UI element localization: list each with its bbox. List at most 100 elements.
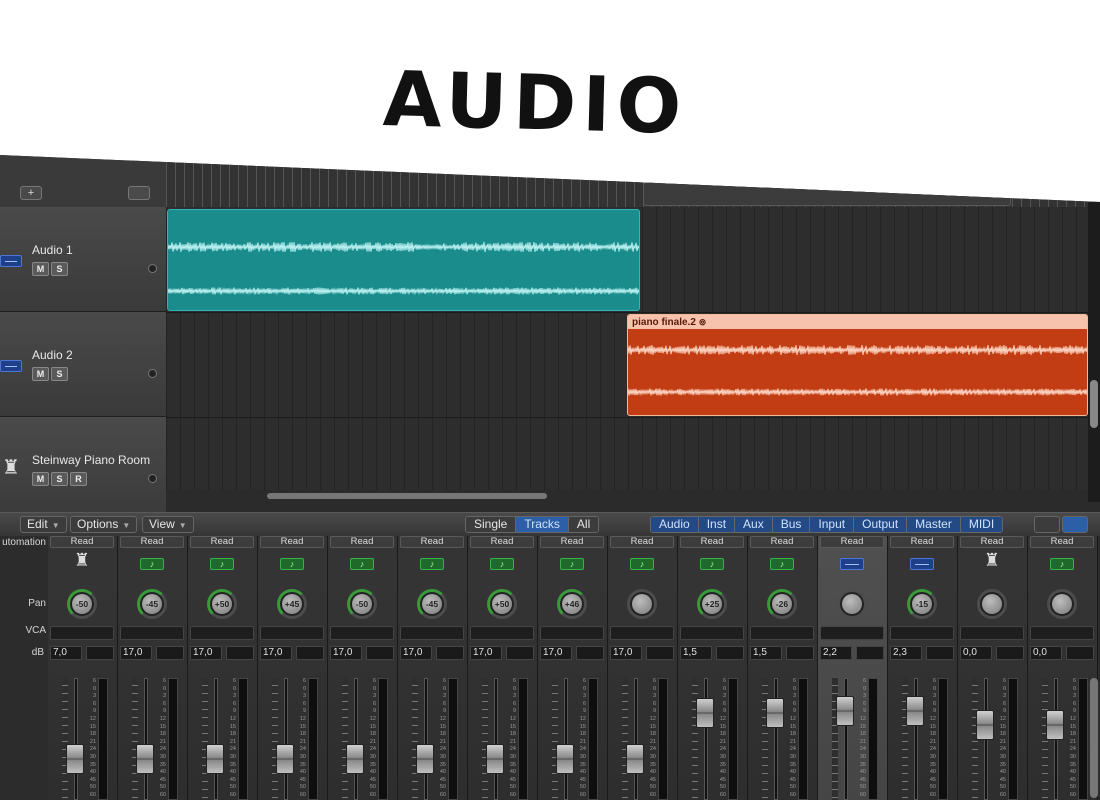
channel-strip[interactable]: Read -15 2,3 6 0 3 6 9 12 15 18 21 24 30 35 40 45 50 60	[888, 536, 958, 800]
vca-slot[interactable]	[540, 626, 604, 640]
track-solo-button[interactable]: S	[51, 472, 68, 486]
channel-strip[interactable]: Read ♜ -50 7,0 6 0 3 6 9 12 15 18 21 24 30 35 40 45 50 60	[48, 536, 118, 800]
pan-knob[interactable]	[977, 589, 1007, 619]
vca-slot[interactable]	[330, 626, 394, 640]
vca-slot[interactable]	[470, 626, 534, 640]
volume-fader[interactable]	[766, 698, 784, 729]
track-mute-button[interactable]: M	[32, 367, 49, 381]
automation-mode[interactable]: Read	[50, 536, 114, 548]
automation-mode[interactable]: Read	[470, 536, 534, 548]
automation-mode[interactable]: Read	[330, 536, 394, 548]
pan-knob[interactable]: -26	[767, 589, 797, 619]
mixer-view-wide-button[interactable]	[1062, 516, 1088, 533]
channel-strip[interactable]: Read ♪ +50 17,0 6 0 3 6 9 12 15 18 21 24 30 35 40 45 50 60	[188, 536, 258, 800]
pan-knob[interactable]	[837, 589, 867, 619]
edit-menu[interactable]: Edit ▼	[20, 516, 67, 533]
vertical-scrollbar[interactable]	[1090, 380, 1098, 428]
tracks-area[interactable]: piano finale.2 ⊚	[166, 207, 1088, 490]
volume-fader[interactable]	[836, 696, 854, 727]
vca-slot[interactable]	[750, 626, 814, 640]
mixer-view-narrow-button[interactable]	[1034, 516, 1060, 533]
volume-fader[interactable]	[556, 744, 574, 775]
automation-mode[interactable]: Read	[1030, 536, 1094, 548]
volume-fader[interactable]	[486, 744, 504, 775]
mode-all[interactable]: All	[568, 517, 599, 532]
filter-audio[interactable]: Audio	[651, 517, 699, 532]
track-input-monitor[interactable]	[148, 264, 157, 273]
volume-fader[interactable]	[1046, 710, 1064, 741]
pan-knob[interactable]: -45	[137, 589, 167, 619]
automation-mode[interactable]: Read	[680, 536, 744, 548]
channel-strip[interactable]: Read ♪ -50 17,0 6 0 3 6 9 12 15 18 21 24 30 35 40 45 50 60	[328, 536, 398, 800]
vca-slot[interactable]	[190, 626, 254, 640]
filter-inst[interactable]: Inst	[698, 517, 736, 532]
track-header[interactable]: ♜ Steinway Piano Room M S R	[0, 417, 166, 522]
filter-midi[interactable]: MIDI	[960, 517, 1003, 532]
automation-mode[interactable]: Read	[610, 536, 674, 548]
channel-strip[interactable]: Read ♪ +45 17,0 6 0 3 6 9 12 15 18 21 24 30 35 40 45 50 60	[258, 536, 328, 800]
automation-mode[interactable]: Read	[400, 536, 464, 548]
vca-slot[interactable]	[50, 626, 114, 640]
channel-strip[interactable]: Read 2,2 6 0 3 6 9 12 15 18 21 24 30 35 40 45 50 60	[818, 536, 888, 800]
volume-fader[interactable]	[906, 696, 924, 727]
pan-knob[interactable]: +46	[557, 589, 587, 619]
filter-input[interactable]: Input	[810, 517, 855, 532]
mixer-scrollbar[interactable]	[1090, 678, 1098, 798]
automation-mode[interactable]: Read	[260, 536, 324, 548]
channel-strip[interactable]: Read ♪ -26 1,5 6 0 3 6 9 12 15 18 21 24 30 35 40 45 50 60	[748, 536, 818, 800]
automation-mode[interactable]: Read	[540, 536, 604, 548]
vca-slot[interactable]	[120, 626, 184, 640]
filter-master[interactable]: Master	[907, 517, 961, 532]
mode-single[interactable]: Single	[466, 517, 517, 532]
vca-slot[interactable]	[260, 626, 324, 640]
volume-fader[interactable]	[136, 744, 154, 775]
pan-knob[interactable]: -50	[67, 589, 97, 619]
channel-strip[interactable]: Read ♪ +50 17,0 6 0 3 6 9 12 15 18 21 24 30 35 40 45 50 60	[468, 536, 538, 800]
track-mute-button[interactable]: M	[32, 472, 49, 486]
volume-fader[interactable]	[346, 744, 364, 775]
filter-output[interactable]: Output	[854, 517, 908, 532]
channel-strip[interactable]: Read ♪ -45 17,0 6 0 3 6 9 12 15 18 21 24 30 35 40 45 50 60	[118, 536, 188, 800]
vca-slot[interactable]	[960, 626, 1024, 640]
pan-knob[interactable]	[627, 589, 657, 619]
volume-fader[interactable]	[276, 744, 294, 775]
channel-strip[interactable]: Read ♪ -45 17,0 6 0 3 6 9 12 15 18 21 24 30 35 40 45 50 60	[398, 536, 468, 800]
automation-mode[interactable]: Read	[820, 536, 884, 548]
pan-knob[interactable]: +50	[487, 589, 517, 619]
automation-mode[interactable]: Read	[120, 536, 184, 548]
volume-fader[interactable]	[416, 744, 434, 775]
horizontal-scrollbar[interactable]	[267, 493, 547, 499]
vca-slot[interactable]	[610, 626, 674, 640]
track-header[interactable]: Audio 1 MS	[0, 207, 166, 312]
pan-knob[interactable]: -15	[907, 589, 937, 619]
automation-mode[interactable]: Read	[190, 536, 254, 548]
pan-knob[interactable]: +45	[277, 589, 307, 619]
track-mute-button[interactable]: M	[32, 262, 49, 276]
track-record-button[interactable]: R	[70, 472, 87, 486]
channel-strip[interactable]: Read ♪ +25 1,5 6 0 3 6 9 12 15 18 21 24 30 35 40 45 50 60	[678, 536, 748, 800]
global-tracks-button[interactable]	[128, 186, 150, 200]
pan-knob[interactable]: -45	[417, 589, 447, 619]
mode-tracks[interactable]: Tracks	[516, 517, 569, 532]
track-solo-button[interactable]: S	[51, 367, 68, 381]
vca-slot[interactable]	[400, 626, 464, 640]
track-header[interactable]: Audio 2 MS	[0, 312, 166, 417]
vca-slot[interactable]	[820, 626, 884, 640]
volume-fader[interactable]	[976, 710, 994, 741]
volume-fader[interactable]	[626, 744, 644, 775]
audio-region-2[interactable]: piano finale.2 ⊚	[627, 314, 1088, 416]
pan-knob[interactable]: +25	[697, 589, 727, 619]
view-menu[interactable]: View ▼	[142, 516, 194, 533]
automation-mode[interactable]: Read	[890, 536, 954, 548]
filter-aux[interactable]: Aux	[735, 517, 773, 532]
channel-strip[interactable]: Read ♜ 0,0 6 0 3 6 9 12 15 18 21 24 30 35 40 45 50 60	[958, 536, 1028, 800]
track-input-monitor[interactable]	[148, 369, 157, 378]
track-solo-button[interactable]: S	[51, 262, 68, 276]
vca-slot[interactable]	[890, 626, 954, 640]
vca-slot[interactable]	[1030, 626, 1094, 640]
filter-bus[interactable]: Bus	[772, 517, 811, 532]
pan-knob[interactable]: +50	[207, 589, 237, 619]
channel-strip[interactable]: Read ♪ +46 17,0 6 0 3 6 9 12 15 18 21 24 30 35 40 45 50 60	[538, 536, 608, 800]
volume-fader[interactable]	[66, 744, 84, 775]
volume-fader[interactable]	[696, 698, 714, 729]
